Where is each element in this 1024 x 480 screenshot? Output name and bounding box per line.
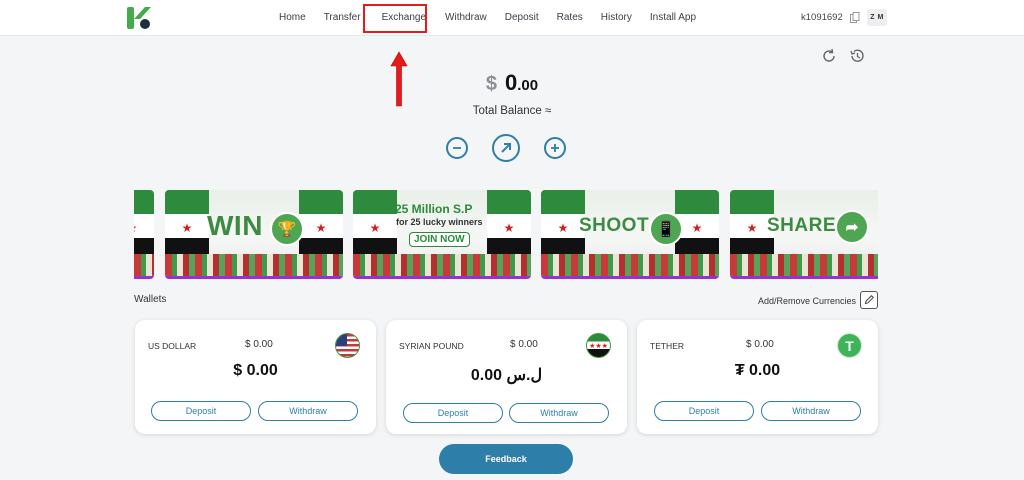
syria-flag-icon: ★: [353, 190, 397, 262]
wallet-name: SYRIAN POUND: [399, 341, 464, 351]
wallets-heading: Wallets: [134, 294, 167, 305]
avatar[interactable]: Z M: [867, 9, 887, 26]
nav-transfer[interactable]: Transfer: [315, 0, 370, 36]
deposit-button[interactable]: Deposit: [403, 403, 503, 423]
banner-share-text: SHARE: [767, 215, 837, 236]
syria-flag-icon: ★: [487, 190, 531, 262]
syria-flag-icon: ★: [165, 190, 209, 262]
nav-withdraw[interactable]: Withdraw: [436, 0, 496, 36]
svg-text:★: ★: [370, 221, 381, 235]
exchange-highlight-box: [363, 4, 427, 33]
promo-banner-win[interactable]: ★ ★ WIN 🏆: [165, 190, 343, 279]
copy-icon[interactable]: [850, 12, 860, 23]
balance-integer: 0: [505, 70, 518, 95]
wallet-name: US DOLLAR: [148, 341, 197, 351]
trophy-icon: 🏆: [270, 212, 304, 246]
wallet-amount: ل.س 0.00: [470, 367, 543, 384]
wallet-amount: ₮ 0.00: [734, 362, 781, 379]
tether-icon: T: [837, 333, 862, 358]
app-logo[interactable]: [126, 6, 152, 30]
total-balance-label: Total Balance ≈: [472, 105, 552, 117]
balance-decimals: .00: [517, 77, 539, 94]
promo-banner-shoot[interactable]: ★ ★ SHOOT 📱: [541, 190, 719, 279]
history-icon[interactable]: [849, 48, 865, 64]
deposit-button[interactable]: Deposit: [654, 401, 754, 421]
wallet-amount: $ 0.00: [233, 362, 278, 379]
feedback-button[interactable]: Feedback: [439, 444, 573, 474]
plus-button[interactable]: [544, 137, 566, 159]
add-remove-currencies-link[interactable]: Add/Remove Currencies: [758, 296, 856, 306]
wallet-usd-equivalent: $ 0.00: [746, 339, 774, 350]
svg-text:★: ★: [747, 221, 758, 235]
promo-banner-partial[interactable]: ★: [134, 190, 154, 279]
nav-history[interactable]: History: [592, 0, 641, 36]
top-navigation-bar: Home Transfer Exchange Withdraw Deposit …: [0, 0, 1024, 36]
svg-text:★: ★: [558, 221, 569, 235]
withdraw-button[interactable]: Withdraw: [761, 401, 861, 421]
nav-install-app[interactable]: Install App: [641, 0, 705, 36]
wallet-usd-equivalent: $ 0.00: [245, 339, 273, 350]
minus-icon: [453, 147, 461, 149]
minus-button[interactable]: [446, 137, 468, 159]
svg-text:★: ★: [316, 221, 327, 235]
plus-icon: [551, 144, 559, 152]
promo-banner-share[interactable]: ★ SHARE ➦: [730, 190, 878, 279]
phone-icon: 📱: [649, 212, 683, 246]
svg-text:★: ★: [692, 221, 703, 235]
nav-home[interactable]: Home: [270, 0, 315, 36]
refresh-icon[interactable]: [821, 48, 837, 64]
promo-carousel[interactable]: ★ ★ ★ WIN 🏆 ★ ★ 25 Million S.P for 25 lu…: [134, 190, 878, 279]
wallet-usd-equivalent: $ 0.00: [510, 339, 538, 350]
wallet-card-usd: US DOLLAR $ 0.00 $ 0.00 Deposit Withdraw: [135, 320, 376, 434]
arrow-up-right-icon: [501, 143, 511, 153]
deposit-button[interactable]: Deposit: [151, 401, 251, 421]
svg-text:★: ★: [134, 221, 137, 235]
balance-currency: $: [485, 73, 497, 95]
syria-flag-icon: ★: [299, 190, 343, 262]
banner-winners-text: for 25 lucky winners: [396, 217, 483, 227]
banner-win-text: WIN: [207, 210, 263, 241]
nav-rates[interactable]: Rates: [548, 0, 592, 36]
withdraw-button[interactable]: Withdraw: [509, 403, 609, 423]
syria-flag-icon: ★★★: [586, 333, 611, 358]
nav-deposit[interactable]: Deposit: [496, 0, 548, 36]
syria-flag-icon: ★: [134, 190, 154, 262]
wallet-name: TETHER: [650, 341, 684, 351]
join-now-button[interactable]: JOIN NOW: [409, 232, 470, 247]
banner-prize-text: 25 Million S.P: [395, 202, 473, 216]
user-id: k1091692: [801, 12, 843, 23]
wallet-card-syp: SYRIAN POUND $ 0.00 ★★★ ل.س 0.00 Deposit…: [386, 320, 627, 434]
withdraw-button[interactable]: Withdraw: [258, 401, 358, 421]
us-flag-icon: [335, 333, 360, 358]
total-balance: $0.00: [0, 70, 1024, 96]
svg-text:★: ★: [182, 221, 193, 235]
main-nav: Home Transfer Exchange Withdraw Deposit …: [270, 0, 705, 36]
svg-text:★: ★: [504, 221, 515, 235]
wallet-card-tether: TETHER $ 0.00 T ₮ 0.00 Deposit Withdraw: [637, 320, 878, 434]
promo-banner-join[interactable]: ★ ★ 25 Million S.P for 25 lucky winners …: [353, 190, 531, 279]
banner-shoot-text: SHOOT: [579, 215, 650, 236]
share-icon: ➦: [835, 210, 869, 244]
edit-icon[interactable]: [860, 291, 878, 309]
send-button[interactable]: [492, 134, 520, 162]
